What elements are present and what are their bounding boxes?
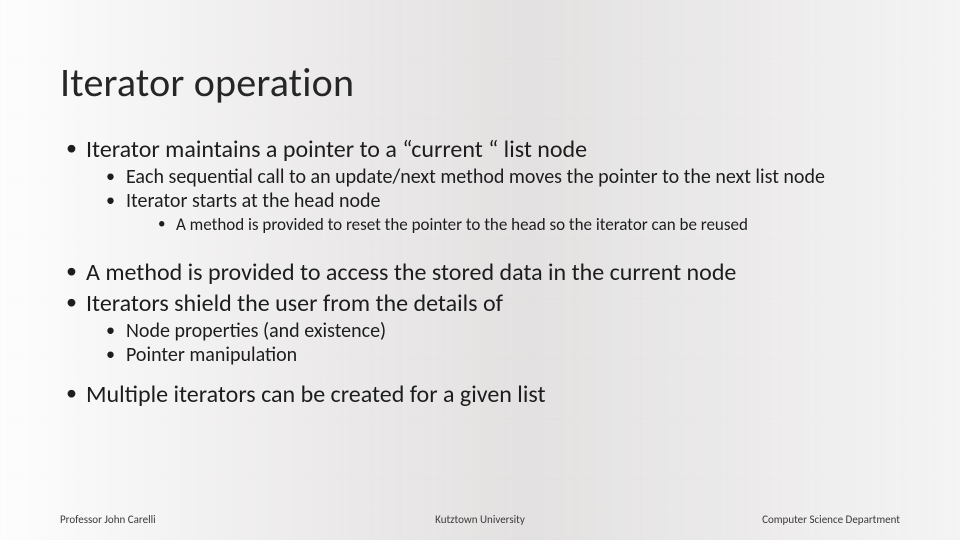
footer-right: Computer Science Department xyxy=(762,513,900,526)
spacer xyxy=(60,372,900,380)
bullet-l1: Iterators shield the user from the detai… xyxy=(60,289,900,367)
bullet-l3: A method is provided to reset the pointe… xyxy=(154,215,900,235)
bullet-l2: Iterator starts at the head node A metho… xyxy=(100,190,900,236)
bullet-text: Iterator maintains a pointer to a “curre… xyxy=(86,135,587,164)
slide-body: Iterator operation Iterator maintains a … xyxy=(0,0,960,540)
footer-center: Kutztown University xyxy=(435,513,525,526)
bullet-l2: Each sequential call to an update/next m… xyxy=(100,166,900,190)
bullet-text: A method is provided to reset the pointe… xyxy=(176,214,748,235)
bullet-l2: Pointer manipulation xyxy=(100,344,900,368)
bullet-l1: Multiple iterators can be created for a … xyxy=(60,380,900,409)
bullet-l1: A method is provided to access the store… xyxy=(60,258,900,287)
bullet-subsublist: A method is provided to reset the pointe… xyxy=(126,215,900,235)
bullet-text: Iterator starts at the head node xyxy=(126,189,381,213)
bullet-text: Iterators shield the user from the detai… xyxy=(86,289,503,318)
bullet-text: Multiple iterators can be created for a … xyxy=(86,380,545,409)
bullet-text: A method is provided to access the store… xyxy=(86,258,736,287)
bullet-sublist: Each sequential call to an update/next m… xyxy=(86,166,900,236)
spacer xyxy=(60,240,900,258)
footer-left: Professor John Carelli xyxy=(60,513,156,526)
bullet-l2: Node properties (and existence) xyxy=(100,320,900,344)
bullet-sublist: Node properties (and existence) Pointer … xyxy=(86,320,900,367)
bullet-text: Pointer manipulation xyxy=(126,343,297,367)
slide-footer: Professor John Carelli Kutztown Universi… xyxy=(60,513,900,526)
slide-title: Iterator operation xyxy=(60,58,900,107)
bullet-text: Each sequential call to an update/next m… xyxy=(126,165,825,189)
bullet-text: Node properties (and existence) xyxy=(126,319,386,343)
bullet-list: Iterator maintains a pointer to a “curre… xyxy=(60,135,900,409)
bullet-l1: Iterator maintains a pointer to a “curre… xyxy=(60,135,900,236)
